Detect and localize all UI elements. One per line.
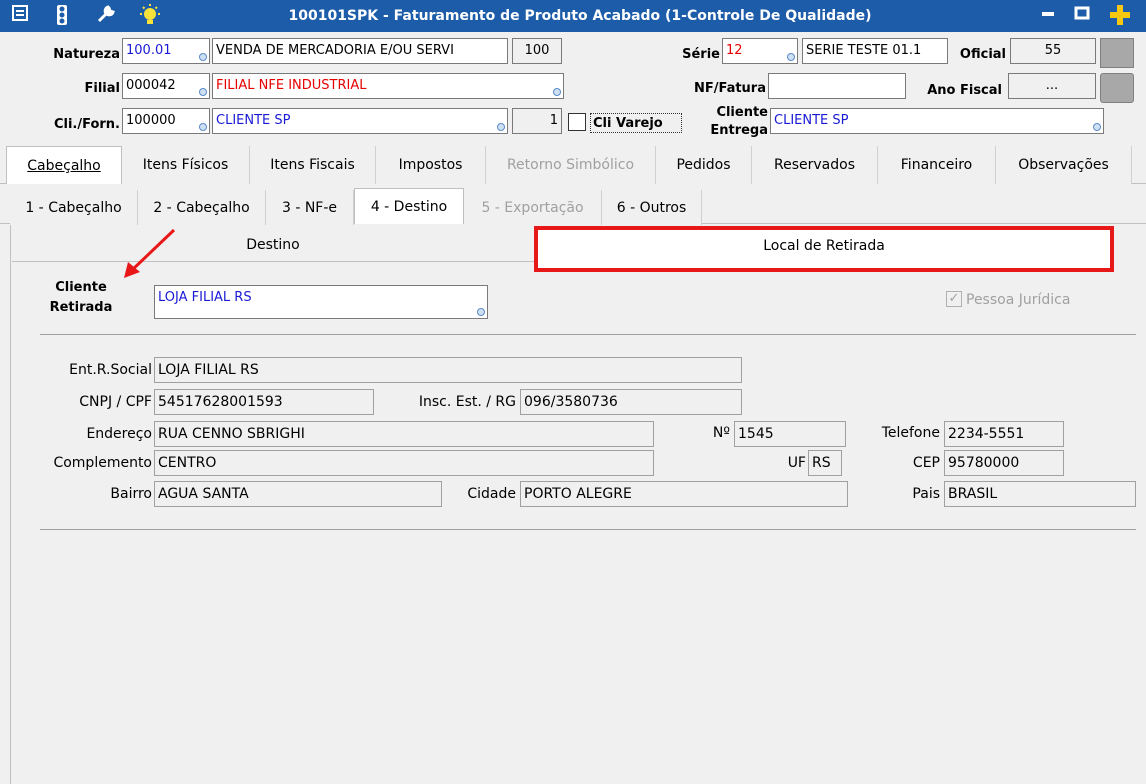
maximize-icon[interactable] [1070,4,1094,28]
oficial-field: 55 [1010,38,1096,64]
cli-forn-code-field[interactable]: 100000 [122,108,210,134]
serie-desc-field[interactable]: SERIE TESTE 01.1 [802,38,948,64]
tab-impostos[interactable]: Impostos [376,146,486,184]
pais-field: BRASIL [944,481,1136,507]
razao-social-field: LOJA FILIAL RS [154,357,742,383]
subtab-3-nfe[interactable]: 3 - NF-e [266,190,354,226]
ano-fiscal-field: ... [1008,73,1096,99]
cli-forn-desc-field[interactable]: CLIENTE SP [212,108,508,134]
uf-label: UF [787,455,806,471]
cep-field: 95780000 [944,450,1064,476]
subtab-1-cabecalho[interactable]: 1 - Cabeçalho [10,190,138,226]
filial-code-field[interactable]: 000042 [122,73,210,99]
complemento-label: Complemento [53,455,152,471]
cliente-retirada-label-line1: Cliente [55,280,107,295]
subtab-4-destino[interactable]: 4 - Destino [354,188,464,224]
oficial-label: Oficial [959,47,1006,62]
natureza-num-field: 100 [512,38,562,64]
cliente-entrega-label-line1: Cliente [716,105,768,120]
minimize-icon[interactable] [1036,4,1060,28]
traffic-light-icon[interactable] [50,4,74,28]
cli-varejo-label: Cli Varejo [590,113,682,133]
serie-code-field[interactable]: 12 [722,38,798,64]
section-tab-destino[interactable]: Destino [12,228,534,262]
insc-est-label: Insc. Est. / RG [418,394,516,410]
tab-observacoes[interactable]: Observações [996,146,1132,184]
natureza-label: Natureza [53,47,120,62]
numero-label: Nº [712,425,730,441]
annotation-arrow-icon [124,228,176,278]
subtab-2-cabecalho[interactable]: 2 - Cabeçalho [138,190,266,226]
cliente-retirada-field[interactable]: LOJA FILIAL RS [154,285,488,319]
cliente-entrega-label: Cliente Entrega [696,104,768,138]
tab-reservados[interactable]: Reservados [752,146,878,184]
serie-label: Série [682,47,720,62]
subtab-5-exportacao[interactable]: 5 - Exportação [464,190,602,226]
cli-forn-num-field: 1 [512,108,562,134]
bairro-label: Bairro [110,486,152,502]
nf-fatura-label: NF/Fatura [693,81,766,96]
lightbulb-icon[interactable] [138,4,162,28]
endereco-field: RUA CENNO SBRIGHI [154,421,654,447]
add-icon[interactable] [1108,4,1132,28]
cep-label: CEP [912,455,940,471]
pessoa-juridica-checkbox[interactable]: ✓ [946,291,962,307]
insc-est-field: 096/3580736 [520,389,742,415]
pais-label: Pais [912,486,940,502]
nf-fatura-field[interactable] [768,73,906,99]
separator-top [40,334,1136,335]
cidade-label: Cidade [467,486,516,502]
tab-pedidos[interactable]: Pedidos [656,146,752,184]
endereco-label: Endereço [86,426,152,442]
tab-itens-fisicos[interactable]: Itens Físicos [122,146,250,184]
cli-forn-label: Cli./Forn. [53,117,120,132]
bairro-field: AGUA SANTA [154,481,442,507]
filial-desc-field[interactable]: FILIAL NFE INDUSTRIAL [212,73,564,99]
tab-retorno-simbolico[interactable]: Retorno Simbólico [486,146,656,184]
tab-itens-fiscais[interactable]: Itens Fiscais [250,146,376,184]
ano-fiscal-button[interactable] [1100,73,1134,103]
razao-social-label: Ent.R.Social [69,362,152,378]
oficial-button[interactable] [1100,38,1134,68]
telefone-label: Telefone [881,425,940,441]
cliente-entrega-field[interactable]: CLIENTE SP [770,108,1104,134]
numero-field: 1545 [734,421,846,447]
cliente-entrega-label-line2: Entrega [710,123,768,138]
natureza-code-field[interactable]: 100.01 [122,38,210,64]
separator-bottom [40,529,1136,530]
cliente-retirada-label: Cliente Retirada [26,278,136,318]
uf-field: RS [808,450,842,476]
ano-fiscal-label: Ano Fiscal [927,83,1002,98]
title-bar: 100101SPK - Faturamento de Produto Acaba… [0,0,1146,32]
cnpj-cpf-field: 54517628001593 [154,389,374,415]
window-title: 100101SPK - Faturamento de Produto Acaba… [288,8,872,24]
subtab-6-outros[interactable]: 6 - Outros [602,190,702,226]
main-tab-bar: Cabeçalho Itens Físicos Itens Fiscais Im… [0,146,1146,184]
tab-cabecalho[interactable]: Cabeçalho [6,146,122,184]
tab-financeiro[interactable]: Financeiro [878,146,996,184]
cnpj-cpf-label: CNPJ / CPF [79,394,152,410]
cidade-field: PORTO ALEGRE [520,481,848,507]
sub-tab-bar: 1 - Cabeçalho 2 - Cabeçalho 3 - NF-e 4 -… [0,188,1146,226]
section-tab-local-retirada[interactable]: Local de Retirada [534,226,1114,272]
cli-varejo-checkbox[interactable] [568,113,586,131]
complemento-field: CENTRO [154,450,654,476]
filial-label: Filial [84,81,120,96]
cliente-retirada-label-line2: Retirada [49,300,113,315]
telefone-field: 2234-5551 [944,421,1064,447]
wrench-icon[interactable] [94,4,118,28]
menu-icon[interactable] [8,4,32,28]
pessoa-juridica-label: Pessoa Jurídica [966,292,1071,308]
natureza-desc-field[interactable]: VENDA DE MERCADORIA E/OU SERVI [212,38,508,64]
